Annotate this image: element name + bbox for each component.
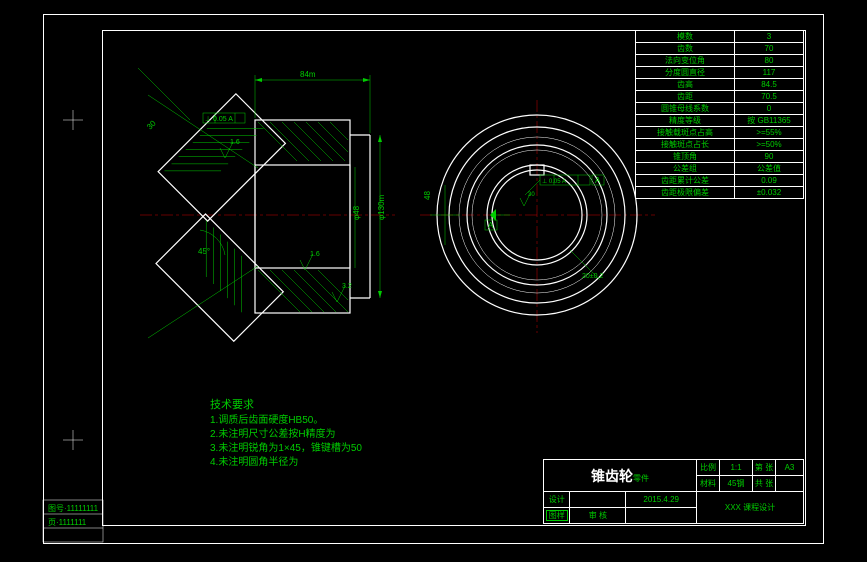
- binding-marks: 图号·11111111 页·1111111: [0, 0, 867, 562]
- cad-canvas: 84m 30 ⊥ 0.05 A 45° 1.6 1.6 3.2 φ130m: [0, 0, 867, 562]
- svg-text:图号·11111111: 图号·11111111: [48, 504, 99, 513]
- svg-text:页·1111111: 页·1111111: [48, 518, 87, 527]
